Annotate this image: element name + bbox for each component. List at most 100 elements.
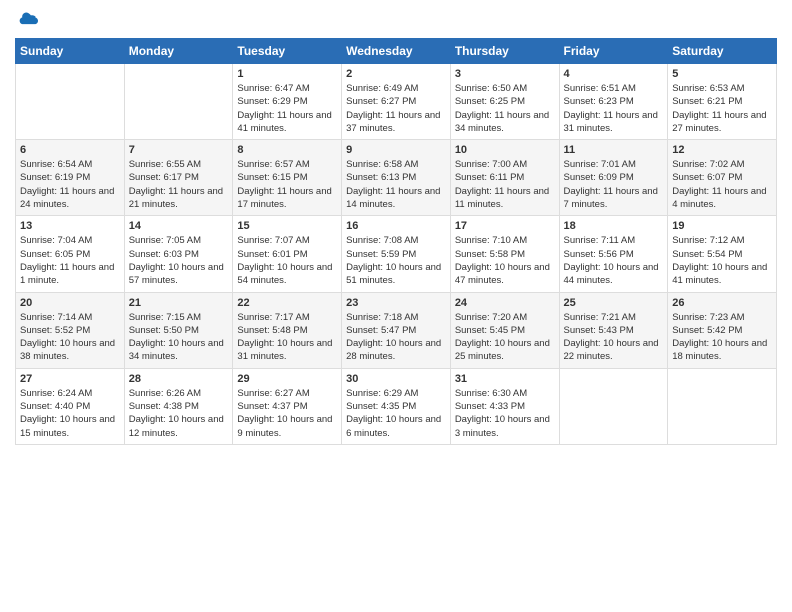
calendar-cell: 7Sunrise: 6:55 AM Sunset: 6:17 PM Daylig… — [124, 140, 233, 216]
calendar-cell — [559, 368, 668, 444]
day-info: Sunrise: 6:50 AM Sunset: 6:25 PM Dayligh… — [455, 82, 555, 135]
day-number: 25 — [564, 297, 664, 309]
week-row: 13 Sunrise: 7:04 AM Sunset: 6:05 PM Dayli… — [16, 216, 777, 292]
page: SundayMondayTuesdayWednesdayThursdayFrid… — [0, 0, 792, 612]
day-info: Sunrise: 7:14 AM Sunset: 5:52 PM Dayligh… — [20, 311, 120, 364]
day-info: Sunrise: 7:07 AM Sunset: 6:01 PM Dayligh… — [237, 234, 337, 287]
calendar-cell: 25 Sunrise: 7:21 AM Sunset: 5:43 PM Dayli… — [559, 292, 668, 368]
day-number: 17 — [455, 220, 555, 232]
day-header-wednesday: Wednesday — [342, 39, 451, 64]
day-info: Sunrise: 6:26 AM Sunset: 4:38 PM Dayligh… — [129, 387, 229, 440]
calendar-cell: 13 Sunrise: 7:04 AM Sunset: 6:05 PM Dayli… — [16, 216, 125, 292]
day-info: Sunrise: 6:49 AM Sunset: 6:27 PM Dayligh… — [346, 82, 446, 135]
calendar-cell: 22 Sunrise: 7:17 AM Sunset: 5:48 PM Dayli… — [233, 292, 342, 368]
calendar-cell — [124, 64, 233, 140]
day-number: 23 — [346, 297, 446, 309]
calendar-cell: 24Sunrise: 7:20 AM Sunset: 5:45 PM Dayli… — [450, 292, 559, 368]
calendar-cell: 29 Sunrise: 6:27 AM Sunset: 4:37 PM Dayli… — [233, 368, 342, 444]
calendar-cell: 3 Sunrise: 6:50 AM Sunset: 6:25 PM Daylig… — [450, 64, 559, 140]
day-number: 29 — [237, 373, 337, 385]
day-number: 26 — [672, 297, 772, 309]
day-number: 14 — [129, 220, 229, 232]
week-row: 6 Sunrise: 6:54 AM Sunset: 6:19 PM Daylig… — [16, 140, 777, 216]
day-number: 27 — [20, 373, 120, 385]
day-header-monday: Monday — [124, 39, 233, 64]
logo — [15, 10, 38, 30]
day-number: 21 — [129, 297, 229, 309]
calendar-cell: 6 Sunrise: 6:54 AM Sunset: 6:19 PM Daylig… — [16, 140, 125, 216]
calendar-cell: 10Sunrise: 7:00 AM Sunset: 6:11 PM Dayli… — [450, 140, 559, 216]
day-info: Sunrise: 6:57 AM Sunset: 6:15 PM Dayligh… — [237, 158, 337, 211]
day-info: Sunrise: 7:15 AM Sunset: 5:50 PM Dayligh… — [129, 311, 229, 364]
calendar-cell: 20Sunrise: 7:14 AM Sunset: 5:52 PM Dayli… — [16, 292, 125, 368]
calendar-cell: 1 Sunrise: 6:47 AM Sunset: 6:29 PM Daylig… — [233, 64, 342, 140]
day-number: 28 — [129, 373, 229, 385]
logo-icon — [18, 10, 38, 30]
calendar-cell: 28 Sunrise: 6:26 AM Sunset: 4:38 PM Dayli… — [124, 368, 233, 444]
calendar-cell: 17 Sunrise: 7:10 AM Sunset: 5:58 PM Dayli… — [450, 216, 559, 292]
calendar-cell — [668, 368, 777, 444]
day-info: Sunrise: 7:11 AM Sunset: 5:56 PM Dayligh… — [564, 234, 664, 287]
day-info: Sunrise: 7:17 AM Sunset: 5:48 PM Dayligh… — [237, 311, 337, 364]
calendar-cell: 8 Sunrise: 6:57 AM Sunset: 6:15 PM Daylig… — [233, 140, 342, 216]
day-info: Sunrise: 7:10 AM Sunset: 5:58 PM Dayligh… — [455, 234, 555, 287]
calendar-cell: 5 Sunrise: 6:53 AM Sunset: 6:21 PM Daylig… — [668, 64, 777, 140]
day-info: Sunrise: 7:18 AM Sunset: 5:47 PM Dayligh… — [346, 311, 446, 364]
calendar-table: SundayMondayTuesdayWednesdayThursdayFrid… — [15, 38, 777, 445]
day-info: Sunrise: 6:53 AM Sunset: 6:21 PM Dayligh… — [672, 82, 772, 135]
day-number: 15 — [237, 220, 337, 232]
calendar-cell: 19Sunrise: 7:12 AM Sunset: 5:54 PM Dayli… — [668, 216, 777, 292]
calendar-cell: 18 Sunrise: 7:11 AM Sunset: 5:56 PM Dayli… — [559, 216, 668, 292]
week-row: 20Sunrise: 7:14 AM Sunset: 5:52 PM Dayli… — [16, 292, 777, 368]
calendar-cell: 16 Sunrise: 7:08 AM Sunset: 5:59 PM Dayli… — [342, 216, 451, 292]
day-info: Sunrise: 7:00 AM Sunset: 6:11 PM Dayligh… — [455, 158, 555, 211]
day-number: 18 — [564, 220, 664, 232]
day-info: Sunrise: 6:27 AM Sunset: 4:37 PM Dayligh… — [237, 387, 337, 440]
day-info: Sunrise: 7:01 AM Sunset: 6:09 PM Dayligh… — [564, 158, 664, 211]
day-info: Sunrise: 7:12 AM Sunset: 5:54 PM Dayligh… — [672, 234, 772, 287]
week-row: 27 Sunrise: 6:24 AM Sunset: 4:40 PM Dayli… — [16, 368, 777, 444]
day-info: Sunrise: 7:02 AM Sunset: 6:07 PM Dayligh… — [672, 158, 772, 211]
header — [15, 10, 777, 30]
day-header-sunday: Sunday — [16, 39, 125, 64]
day-info: Sunrise: 6:55 AM Sunset: 6:17 PM Dayligh… — [129, 158, 229, 211]
day-number: 8 — [237, 144, 337, 156]
day-info: Sunrise: 6:58 AM Sunset: 6:13 PM Dayligh… — [346, 158, 446, 211]
day-number: 13 — [20, 220, 120, 232]
calendar-cell — [16, 64, 125, 140]
day-header-tuesday: Tuesday — [233, 39, 342, 64]
day-info: Sunrise: 7:04 AM Sunset: 6:05 PM Dayligh… — [20, 234, 120, 287]
day-info: Sunrise: 6:51 AM Sunset: 6:23 PM Dayligh… — [564, 82, 664, 135]
calendar-cell: 14Sunrise: 7:05 AM Sunset: 6:03 PM Dayli… — [124, 216, 233, 292]
calendar-cell: 12Sunrise: 7:02 AM Sunset: 6:07 PM Dayli… — [668, 140, 777, 216]
day-number: 5 — [672, 68, 772, 80]
calendar-cell: 31Sunrise: 6:30 AM Sunset: 4:33 PM Dayli… — [450, 368, 559, 444]
day-info: Sunrise: 6:30 AM Sunset: 4:33 PM Dayligh… — [455, 387, 555, 440]
day-number: 9 — [346, 144, 446, 156]
calendar-cell: 26Sunrise: 7:23 AM Sunset: 5:42 PM Dayli… — [668, 292, 777, 368]
day-number: 6 — [20, 144, 120, 156]
day-number: 30 — [346, 373, 446, 385]
calendar-cell: 11Sunrise: 7:01 AM Sunset: 6:09 PM Dayli… — [559, 140, 668, 216]
calendar-cell: 4 Sunrise: 6:51 AM Sunset: 6:23 PM Daylig… — [559, 64, 668, 140]
day-header-thursday: Thursday — [450, 39, 559, 64]
week-row: 1 Sunrise: 6:47 AM Sunset: 6:29 PM Daylig… — [16, 64, 777, 140]
calendar-cell: 21 Sunrise: 7:15 AM Sunset: 5:50 PM Dayli… — [124, 292, 233, 368]
day-number: 16 — [346, 220, 446, 232]
day-info: Sunrise: 7:21 AM Sunset: 5:43 PM Dayligh… — [564, 311, 664, 364]
day-number: 1 — [237, 68, 337, 80]
calendar-cell: 2Sunrise: 6:49 AM Sunset: 6:27 PM Daylig… — [342, 64, 451, 140]
calendar-cell: 9 Sunrise: 6:58 AM Sunset: 6:13 PM Daylig… — [342, 140, 451, 216]
calendar-cell: 23 Sunrise: 7:18 AM Sunset: 5:47 PM Dayli… — [342, 292, 451, 368]
day-number: 22 — [237, 297, 337, 309]
calendar-cell: 15 Sunrise: 7:07 AM Sunset: 6:01 PM Dayli… — [233, 216, 342, 292]
day-header-friday: Friday — [559, 39, 668, 64]
day-info: Sunrise: 6:54 AM Sunset: 6:19 PM Dayligh… — [20, 158, 120, 211]
day-info: Sunrise: 6:24 AM Sunset: 4:40 PM Dayligh… — [20, 387, 120, 440]
day-number: 4 — [564, 68, 664, 80]
day-info: Sunrise: 7:08 AM Sunset: 5:59 PM Dayligh… — [346, 234, 446, 287]
day-info: Sunrise: 6:47 AM Sunset: 6:29 PM Dayligh… — [237, 82, 337, 135]
calendar-cell: 30Sunrise: 6:29 AM Sunset: 4:35 PM Dayli… — [342, 368, 451, 444]
day-number: 3 — [455, 68, 555, 80]
day-header-saturday: Saturday — [668, 39, 777, 64]
